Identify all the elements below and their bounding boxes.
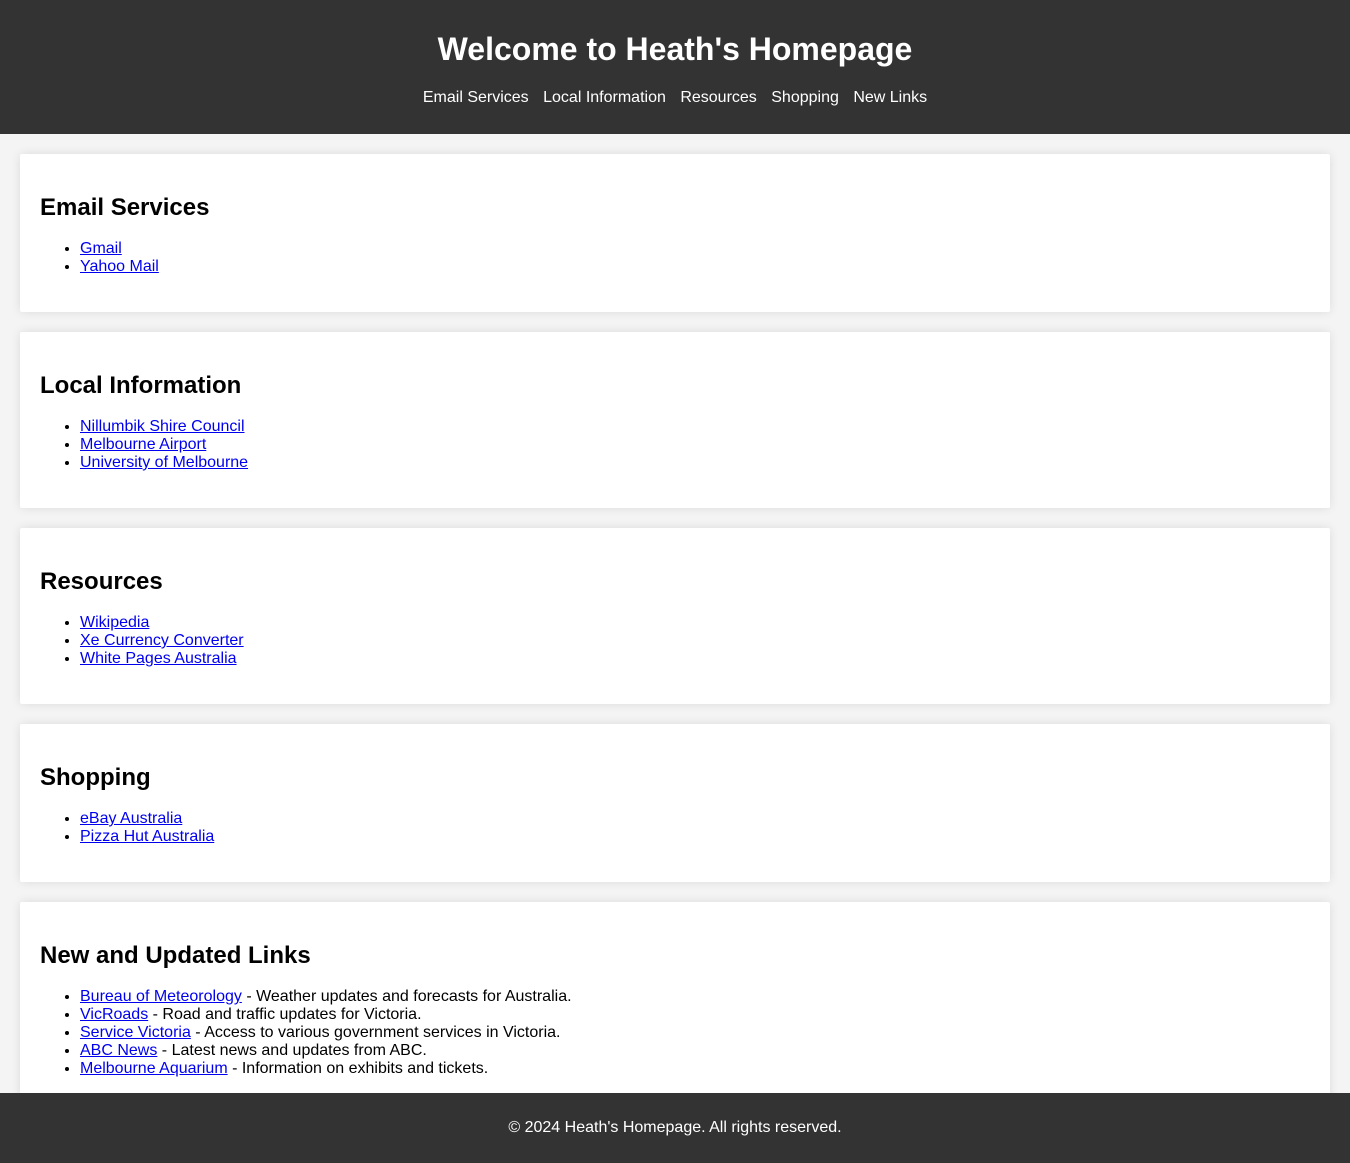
- link-description: - Access to various government services …: [190, 1024, 561, 1041]
- section-title: Local Information: [40, 372, 242, 399]
- list-item: ABC News - Latest news and updates from …: [80, 1042, 1310, 1060]
- list-item: Bureau of Meteorology - Weather updates …: [80, 988, 1310, 1006]
- link-yahoo-mail[interactable]: Yahoo Mail: [80, 258, 159, 275]
- site-footer: © 2024 Heath's Homepage. All rights rese…: [0, 1093, 1350, 1163]
- list-item: Gmail: [80, 240, 1310, 258]
- link-ebay-australia[interactable]: eBay Australia: [80, 810, 182, 827]
- link-abc-news[interactable]: ABC News: [80, 1042, 157, 1059]
- shopping-section: Shopping eBay Australia Pizza Hut Austra…: [20, 724, 1330, 882]
- page-title: Welcome to Heath's Homepage: [437, 31, 913, 67]
- link-list: Nillumbik Shire Council Melbourne Airpor…: [40, 418, 1310, 472]
- list-item: Melbourne Aquarium - Information on exhi…: [80, 1060, 1310, 1078]
- resources-section: Resources Wikipedia Xe Currency Converte…: [20, 528, 1330, 704]
- section-title: New and Updated Links: [40, 942, 311, 969]
- list-item: Service Victoria - Access to various gov…: [80, 1024, 1310, 1042]
- link-description: - Information on exhibits and tickets.: [227, 1060, 489, 1077]
- list-item: Wikipedia: [80, 614, 1310, 632]
- site-header: Welcome to Heath's Homepage Email Servic…: [0, 0, 1350, 134]
- email-services-section: Email Services Gmail Yahoo Mail: [20, 154, 1330, 312]
- link-vicroads[interactable]: VicRoads: [80, 1006, 148, 1023]
- list-item: Nillumbik Shire Council: [80, 418, 1310, 436]
- list-item: White Pages Australia: [80, 650, 1310, 668]
- list-item: VicRoads - Road and traffic updates for …: [80, 1006, 1310, 1024]
- main-content: Email Services Gmail Yahoo Mail Local In…: [0, 134, 1350, 1114]
- section-title: Shopping: [40, 764, 151, 791]
- link-wikipedia[interactable]: Wikipedia: [80, 614, 149, 631]
- link-melbourne-aquarium[interactable]: Melbourne Aquarium: [80, 1060, 228, 1077]
- nav-link-local-information[interactable]: Local Information: [543, 89, 666, 106]
- link-pizza-hut-australia[interactable]: Pizza Hut Australia: [80, 828, 214, 845]
- list-item: Melbourne Airport: [80, 436, 1310, 454]
- link-list: Wikipedia Xe Currency Converter White Pa…: [40, 614, 1310, 668]
- link-university-of-melbourne[interactable]: University of Melbourne: [80, 454, 248, 471]
- link-white-pages-australia[interactable]: White Pages Australia: [80, 650, 237, 667]
- new-links-section: New and Updated Links Bureau of Meteorol…: [20, 902, 1330, 1114]
- link-melbourne-airport[interactable]: Melbourne Airport: [80, 436, 206, 453]
- nav-link-new-links[interactable]: New Links: [853, 89, 927, 106]
- link-description: - Road and traffic updates for Victoria.: [148, 1006, 422, 1023]
- link-nillumbik-shire-council[interactable]: Nillumbik Shire Council: [80, 418, 245, 435]
- link-list: Bureau of Meteorology - Weather updates …: [40, 988, 1310, 1078]
- main-nav: Email Services Local Information Resourc…: [0, 89, 1350, 107]
- local-information-section: Local Information Nillumbik Shire Counci…: [20, 332, 1330, 508]
- link-description: - Latest news and updates from ABC.: [157, 1042, 427, 1059]
- link-xe-currency-converter[interactable]: Xe Currency Converter: [80, 632, 244, 649]
- link-service-victoria[interactable]: Service Victoria: [80, 1024, 191, 1041]
- link-description: - Weather updates and forecasts for Aust…: [241, 988, 572, 1005]
- copyright-text: © 2024 Heath's Homepage. All rights rese…: [508, 1119, 842, 1136]
- list-item: University of Melbourne: [80, 454, 1310, 472]
- section-title: Email Services: [40, 194, 210, 221]
- link-gmail[interactable]: Gmail: [80, 240, 122, 257]
- link-list: Gmail Yahoo Mail: [40, 240, 1310, 276]
- nav-link-resources[interactable]: Resources: [680, 89, 756, 106]
- list-item: Pizza Hut Australia: [80, 828, 1310, 846]
- list-item: Yahoo Mail: [80, 258, 1310, 276]
- list-item: Xe Currency Converter: [80, 632, 1310, 650]
- nav-link-email-services[interactable]: Email Services: [423, 89, 529, 106]
- list-item: eBay Australia: [80, 810, 1310, 828]
- nav-link-shopping[interactable]: Shopping: [771, 89, 839, 106]
- link-bureau-of-meteorology[interactable]: Bureau of Meteorology: [80, 988, 242, 1005]
- link-list: eBay Australia Pizza Hut Australia: [40, 810, 1310, 846]
- section-title: Resources: [40, 568, 163, 595]
